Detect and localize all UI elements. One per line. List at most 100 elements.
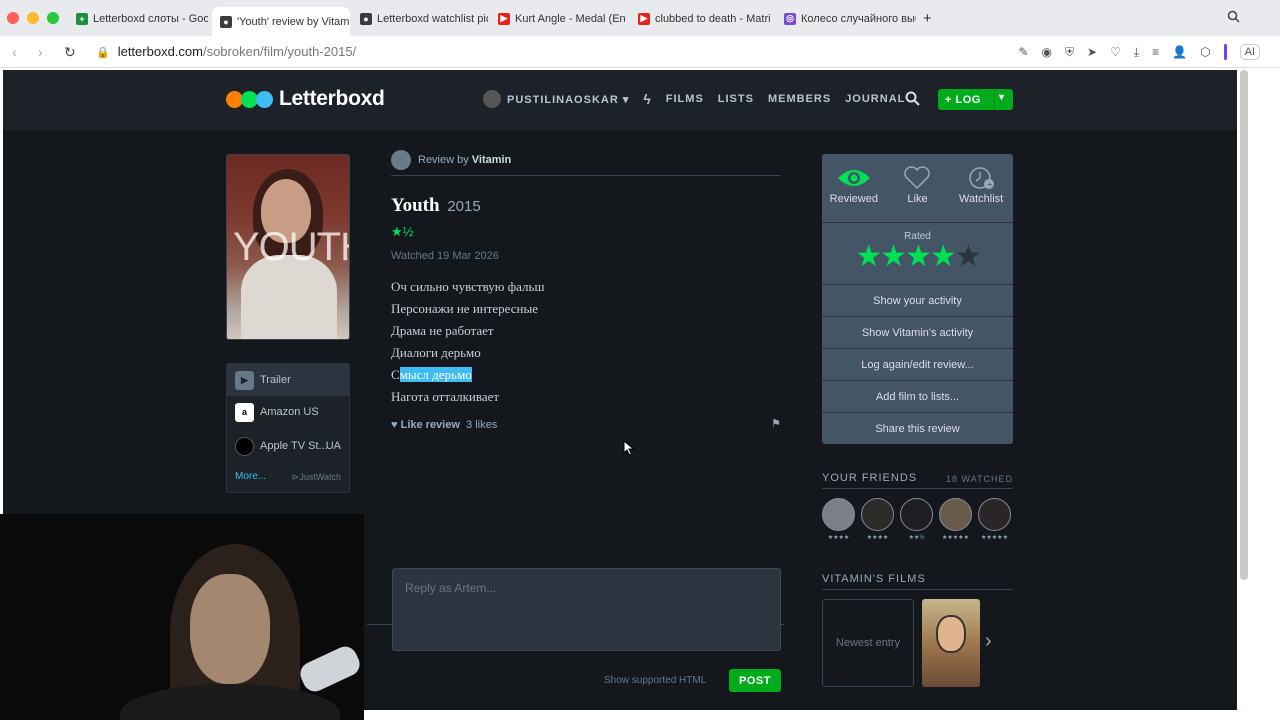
film-title-text[interactable]: Youth: [391, 195, 440, 216]
page-scrollbar[interactable]: [1240, 70, 1248, 580]
friend-item[interactable]: ★★★★: [822, 498, 855, 541]
more-services-link[interactable]: More...: [235, 471, 266, 482]
activity-icon[interactable]: ϟ: [643, 91, 651, 107]
nav-members[interactable]: MEMBERS: [768, 93, 831, 105]
reviewed-action[interactable]: Reviewed: [824, 166, 884, 222]
reviewer-name[interactable]: Vitamin: [472, 154, 512, 166]
streaming-panel: ▶ Trailer a Amazon US Apple TV St... UA …: [226, 363, 350, 493]
like-action[interactable]: Like: [887, 166, 947, 222]
film-poster[interactable]: YOUTH: [226, 154, 350, 340]
chevron-down-icon[interactable]: ▾: [999, 92, 1005, 103]
reviewer-avatar[interactable]: [391, 149, 411, 170]
friend-item[interactable]: ★★★★: [861, 498, 894, 541]
trailer-link[interactable]: ▶ Trailer: [227, 364, 349, 396]
tab-favicon-icon: +: [76, 12, 88, 25]
share-review-button[interactable]: Share this review: [822, 412, 1013, 444]
likes-count[interactable]: 3 likes: [466, 419, 497, 431]
review-rating: ★½: [391, 224, 414, 239]
friends-heading-label[interactable]: YOUR FRIENDS: [822, 472, 917, 484]
amazon-link[interactable]: a Amazon US: [227, 396, 349, 428]
new-tab-button[interactable]: +: [923, 10, 932, 27]
chevron-right-icon[interactable]: ›: [985, 630, 992, 653]
site-header: Letterboxd PUSTILINAOSKAR ▾ ϟ FILMS LIST…: [3, 70, 1237, 130]
clock-plus-icon: +: [969, 167, 995, 189]
appletv-link[interactable]: Apple TV St... UA: [227, 430, 349, 462]
nav-films[interactable]: FILMS: [666, 93, 704, 105]
download-icon[interactable]: ⤓: [1134, 45, 1139, 60]
eye-icon: [837, 170, 870, 186]
browser-tab[interactable]: + Letterboxd слоты - Goog: [68, 7, 208, 30]
menu-icon[interactable]: ≡: [1152, 45, 1159, 59]
film-title: Youth 2015: [391, 195, 481, 217]
window-controls: [7, 12, 59, 24]
ai-button[interactable]: AI: [1239, 44, 1260, 60]
profile-icon[interactable]: 👤: [1172, 45, 1187, 59]
show-html-link[interactable]: Show supported HTML: [604, 675, 706, 686]
film-year[interactable]: 2015: [447, 198, 480, 215]
friend-item[interactable]: ★★★★★: [978, 498, 1011, 541]
avatar: [978, 498, 1011, 531]
shield-icon[interactable]: ⛨: [1065, 45, 1074, 60]
browser-tab[interactable]: ▶ Kurt Angle - Medal (Entr: [490, 7, 626, 30]
post-button[interactable]: POST: [729, 669, 781, 692]
show-vitamin-activity-button[interactable]: Show Vitamin's activity: [822, 316, 1013, 348]
sidebar-indicator: [1223, 44, 1227, 60]
like-label: Like: [907, 193, 928, 205]
minimize-window-button[interactable]: [27, 12, 39, 24]
watchlist-action[interactable]: + Watchlist: [951, 166, 1011, 222]
watchlist-label: Watchlist: [959, 193, 1004, 205]
friend-item[interactable]: ★★½: [900, 498, 933, 541]
friends-heading: YOUR FRIENDS 18 WATCHED: [822, 472, 1013, 489]
webcam-face: [190, 574, 270, 684]
send-icon[interactable]: ➤: [1087, 45, 1097, 59]
avatar: [861, 498, 894, 531]
reload-icon[interactable]: ↻: [64, 44, 76, 61]
reply-textarea[interactable]: Reply as Artem...: [392, 568, 781, 651]
like-review-button[interactable]: ♥ Like review: [391, 419, 460, 431]
search-icon[interactable]: [905, 91, 920, 111]
browser-tab[interactable]: ● Letterboxd watchlist pic: [352, 7, 488, 30]
show-your-activity-button[interactable]: Show your activity: [822, 284, 1013, 316]
actions-sidebar: Reviewed Like + Watchlist Rated ★★★★★ Sh…: [822, 154, 1013, 444]
edit-icon[interactable]: ✎: [1018, 45, 1028, 59]
log-button[interactable]: + LOG ▾: [938, 89, 1013, 110]
nav-lists[interactable]: LISTS: [718, 93, 754, 105]
forward-icon[interactable]: ›: [38, 44, 43, 60]
browser-tab[interactable]: ▶ clubbed to death - Matri: [630, 7, 770, 30]
heart-icon: ♥: [391, 419, 398, 431]
friends-list: ★★★★ ★★★★ ★★½ ★★★★★ ★★★★★: [822, 498, 1011, 541]
justwatch-label: JustWatch: [299, 472, 341, 482]
user-avatar[interactable]: [483, 90, 501, 108]
rating-stars[interactable]: ★★★★★: [822, 239, 1013, 274]
log-again-button[interactable]: Log again/edit review...: [822, 348, 1013, 380]
poster-face: [936, 615, 966, 653]
svg-text:+: +: [987, 180, 994, 189]
rating-widget[interactable]: Rated ★★★★★: [822, 222, 1013, 284]
trailer-label: Trailer: [260, 374, 291, 386]
screenshot-icon[interactable]: ◉: [1042, 45, 1052, 59]
browser-tab[interactable]: ● 'Youth' review by Vitamin: [212, 7, 350, 36]
logo-dot-blue: [256, 90, 273, 108]
review-line: Драма не работает: [391, 323, 494, 338]
browser-tab[interactable]: ◎ Колесо случайного выб: [776, 7, 916, 30]
site-logo[interactable]: Letterboxd: [226, 87, 385, 111]
avatar: [822, 498, 855, 531]
user-menu[interactable]: PUSTILINAOSKAR ▾: [507, 93, 629, 106]
back-icon[interactable]: ‹: [12, 44, 17, 60]
tab-favicon-icon: ▶: [638, 12, 650, 25]
url-field[interactable]: 🔒 letterboxd.com/sobroken/film/youth-2015…: [96, 44, 356, 59]
tab-search-icon[interactable]: [1227, 10, 1240, 26]
vitamin-films-heading[interactable]: VITAMIN'S FILMS: [822, 573, 1013, 590]
nav-journal[interactable]: JOURNAL: [845, 93, 905, 105]
extension-icon[interactable]: ⬡: [1200, 45, 1210, 59]
friend-item[interactable]: ★★★★★: [939, 498, 972, 541]
add-to-lists-button[interactable]: Add film to lists...: [822, 380, 1013, 412]
vitamin-film-poster[interactable]: [922, 599, 980, 687]
friends-watched-count[interactable]: 18 WATCHED: [946, 474, 1013, 484]
justwatch-credit[interactable]: ⊳JustWatch: [292, 472, 341, 483]
maximize-window-button[interactable]: [47, 12, 59, 24]
lock-icon: 🔒: [96, 47, 110, 59]
heart-icon[interactable]: ♡: [1110, 45, 1121, 59]
flag-icon[interactable]: ⚑: [771, 417, 781, 430]
close-window-button[interactable]: [7, 12, 19, 24]
